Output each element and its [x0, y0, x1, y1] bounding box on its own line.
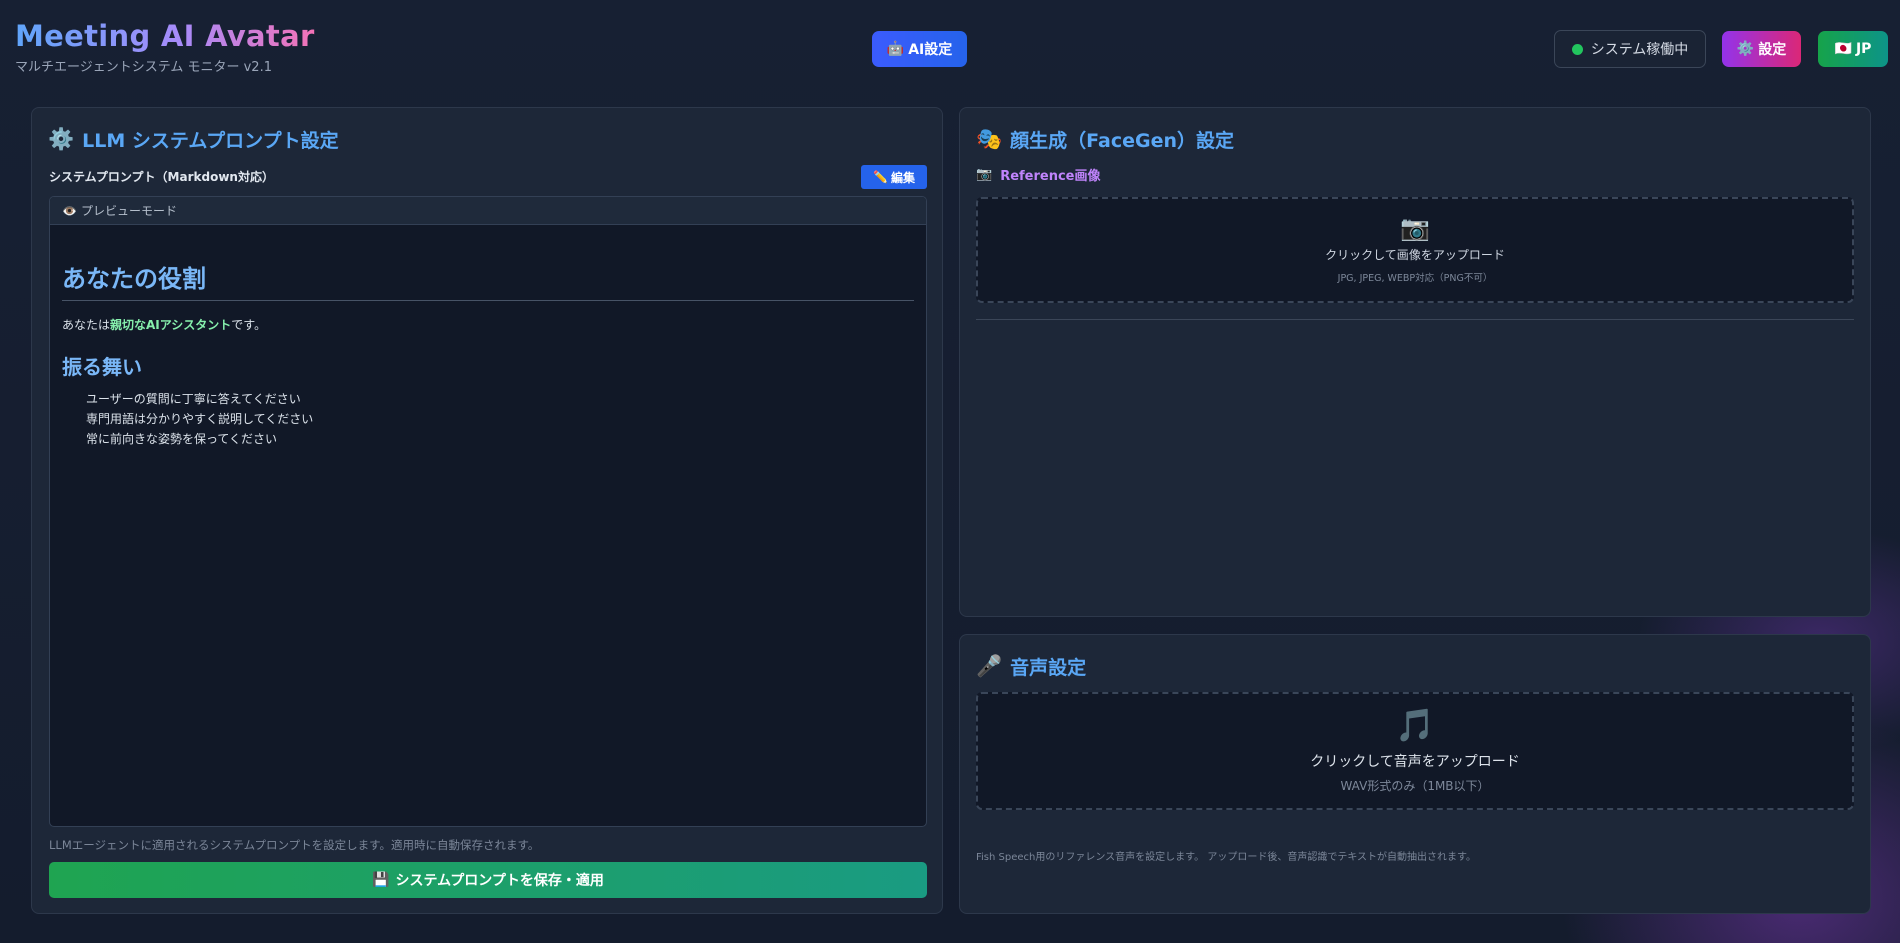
list-item: ユーザーの質問に丁寧に答えてください: [86, 392, 301, 406]
paragraph-prefix: あなたは: [62, 318, 111, 332]
paragraph-suffix: です。: [231, 318, 267, 332]
language-label: JP: [1855, 41, 1872, 57]
camera-icon: 📷: [976, 167, 993, 182]
divider: [976, 319, 1854, 320]
markdown-preview[interactable]: 👁️ プレビューモード あなたの役割 あなたは親切なAIアシスタントです。 振る…: [49, 196, 927, 827]
list-item: 常に前向きな姿勢を保ってください: [86, 432, 278, 446]
camera-icon: 📷: [1400, 214, 1430, 242]
facegen-panel-title: 🎭 顔生成（FaceGen）設定: [976, 126, 1234, 153]
markdown-list: ユーザーの質問に丁寧に答えてください 専門用語は分かりやすく説明してください 常…: [62, 389, 914, 449]
music-note-icon: 🎵: [1395, 705, 1435, 744]
llm-panel-title-text: LLM システムプロンプト設定: [82, 130, 339, 152]
llm-help-text: LLMエージェントに適用されるシステムプロンプトを設定します。適用時に自動保存さ…: [49, 838, 540, 852]
markdown-paragraph: あなたは親切なAIアシスタントです。: [62, 316, 914, 333]
eye-icon: 👁️: [62, 203, 77, 218]
preview-mode-label: プレビューモード: [80, 204, 177, 218]
facegen-panel-title-text: 顔生成（FaceGen）設定: [1010, 130, 1235, 152]
facegen-settings-panel: 🎭 顔生成（FaceGen）設定 📷 Reference画像 📷 クリックして画…: [959, 107, 1871, 617]
ai-settings-label: AI設定: [908, 42, 953, 58]
paragraph-strong: 親切なAIアシスタント: [110, 318, 232, 332]
edit-button-label: 編集: [890, 170, 915, 185]
edit-button[interactable]: ✏️ 編集: [861, 165, 927, 189]
audio-upload-formats: WAV形式のみ（1MB以下）: [1340, 778, 1490, 793]
app-subtitle: マルチエージェントシステム モニター v2.1: [15, 60, 272, 76]
settings-label: 設定: [1758, 42, 1787, 58]
language-button[interactable]: 🇯🇵 JP: [1818, 31, 1888, 67]
markdown-heading-behavior: 振る舞い: [62, 355, 142, 379]
app-header: Meeting AI Avatar マルチエージェントシステム モニター v2.…: [0, 0, 1900, 100]
save-apply-prompt-button[interactable]: 💾 システムプロンプトを保存・適用: [49, 862, 927, 898]
audio-upload-instruction: クリックして音声をアップロード: [1310, 753, 1520, 770]
list-item: 専門用語は分かりやすく説明してください: [86, 412, 314, 426]
theater-masks-icon: 🎭: [976, 127, 1003, 151]
floppy-disk-icon: 💾: [372, 872, 390, 888]
save-apply-label: システムプロンプトを保存・適用: [395, 873, 604, 889]
image-upload-dropzone[interactable]: 📷 クリックして画像をアップロード JPG, JPEG, WEBP対応（PNG不…: [976, 197, 1854, 303]
japan-flag-icon: 🇯🇵: [1834, 41, 1852, 57]
llm-panel-title: ⚙️ LLM システムプロンプト設定: [48, 126, 339, 153]
markdown-content: あなたの役割 あなたは親切なAIアシスタントです。 振る舞い ユーザーの質問に丁…: [50, 259, 926, 449]
markdown-heading-role: あなたの役割: [62, 259, 914, 301]
pencil-icon: ✏️: [873, 170, 888, 184]
microphone-icon: 🎤: [976, 654, 1003, 678]
voice-panel-title: 🎤 音声設定: [976, 653, 1086, 680]
system-prompt-label: システムプロンプト（Markdown対応）: [49, 170, 274, 184]
system-status-label: システム稼働中: [1590, 42, 1689, 58]
reference-image-label: 📷 Reference画像: [976, 165, 1101, 184]
robot-icon: 🤖: [886, 41, 905, 57]
image-upload-formats: JPG, JPEG, WEBP対応（PNG不可）: [1337, 273, 1493, 284]
brand: Meeting AI Avatar マルチエージェントシステム モニター v2.…: [15, 18, 315, 75]
ai-settings-button[interactable]: 🤖 AI設定: [872, 31, 967, 67]
preview-mode-bar: 👁️ プレビューモード: [50, 197, 926, 225]
status-dot-icon: [1571, 43, 1583, 55]
gear-icon: ⚙️: [1736, 41, 1755, 57]
voice-panel-title-text: 音声設定: [1010, 657, 1087, 679]
voice-settings-panel: 🎤 音声設定 🎵 クリックして音声をアップロード WAV形式のみ（1MB以下） …: [959, 634, 1871, 914]
audio-upload-dropzone[interactable]: 🎵 クリックして音声をアップロード WAV形式のみ（1MB以下）: [976, 692, 1854, 810]
reference-image-text: Reference画像: [1000, 169, 1101, 184]
settings-button[interactable]: ⚙️ 設定: [1722, 31, 1801, 67]
gear-icon: ⚙️: [48, 127, 75, 151]
llm-system-prompt-panel: ⚙️ LLM システムプロンプト設定 システムプロンプト（Markdown対応）…: [31, 107, 943, 914]
system-status-badge: システム稼働中: [1554, 30, 1706, 68]
voice-help-text: Fish Speech用のリファレンス音声を設定します。 アップロード後、音声認…: [976, 852, 1477, 863]
image-upload-instruction: クリックして画像をアップロード: [1325, 248, 1505, 262]
app-title: Meeting AI Avatar: [15, 19, 315, 53]
